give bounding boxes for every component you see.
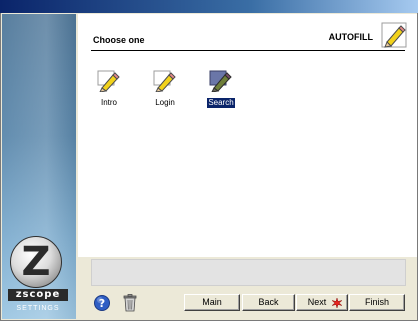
logo-wordmark: zscope (8, 289, 68, 301)
next-button[interactable]: Next (296, 294, 348, 311)
item-label: Login (155, 98, 175, 107)
finish-button-label: Finish (364, 297, 389, 307)
help-icon[interactable]: ? (94, 295, 110, 311)
status-area (91, 259, 406, 286)
content-panel: Choose one AUTOFILL Intro Login Search (78, 14, 417, 257)
pencil-icon (97, 70, 120, 92)
title-divider (91, 50, 405, 51)
trash-icon[interactable] (123, 294, 137, 312)
pencil-selected-icon (209, 70, 232, 92)
item-label: Search (206, 97, 236, 109)
pencil-icon (153, 70, 176, 92)
starburst-icon (332, 298, 342, 308)
title-bar (0, 0, 418, 13)
page-title: Choose one (93, 35, 145, 45)
section-label: AUTOFILL (328, 32, 373, 42)
logo-caption: SETTINGS (16, 305, 60, 312)
next-button-label: Next (307, 297, 327, 307)
back-button[interactable]: Back (242, 294, 295, 311)
list-item-login[interactable]: Login (140, 70, 190, 112)
list-item-intro[interactable]: Intro (84, 70, 134, 112)
brand-sidebar: Z zscope SETTINGS (2, 14, 76, 319)
main-button[interactable]: Main (184, 294, 240, 311)
zscope-logo: Z zscope SETTINGS (8, 236, 68, 316)
logo-letter: Z (21, 239, 51, 285)
back-button-label: Back (258, 297, 279, 307)
main-button-label: Main (202, 297, 222, 307)
list-item-search[interactable]: Search (196, 70, 246, 112)
finish-button[interactable]: Finish (349, 294, 405, 311)
pencil-icon (381, 22, 407, 48)
svg-text:?: ? (99, 297, 105, 310)
item-label: Intro (100, 98, 117, 107)
